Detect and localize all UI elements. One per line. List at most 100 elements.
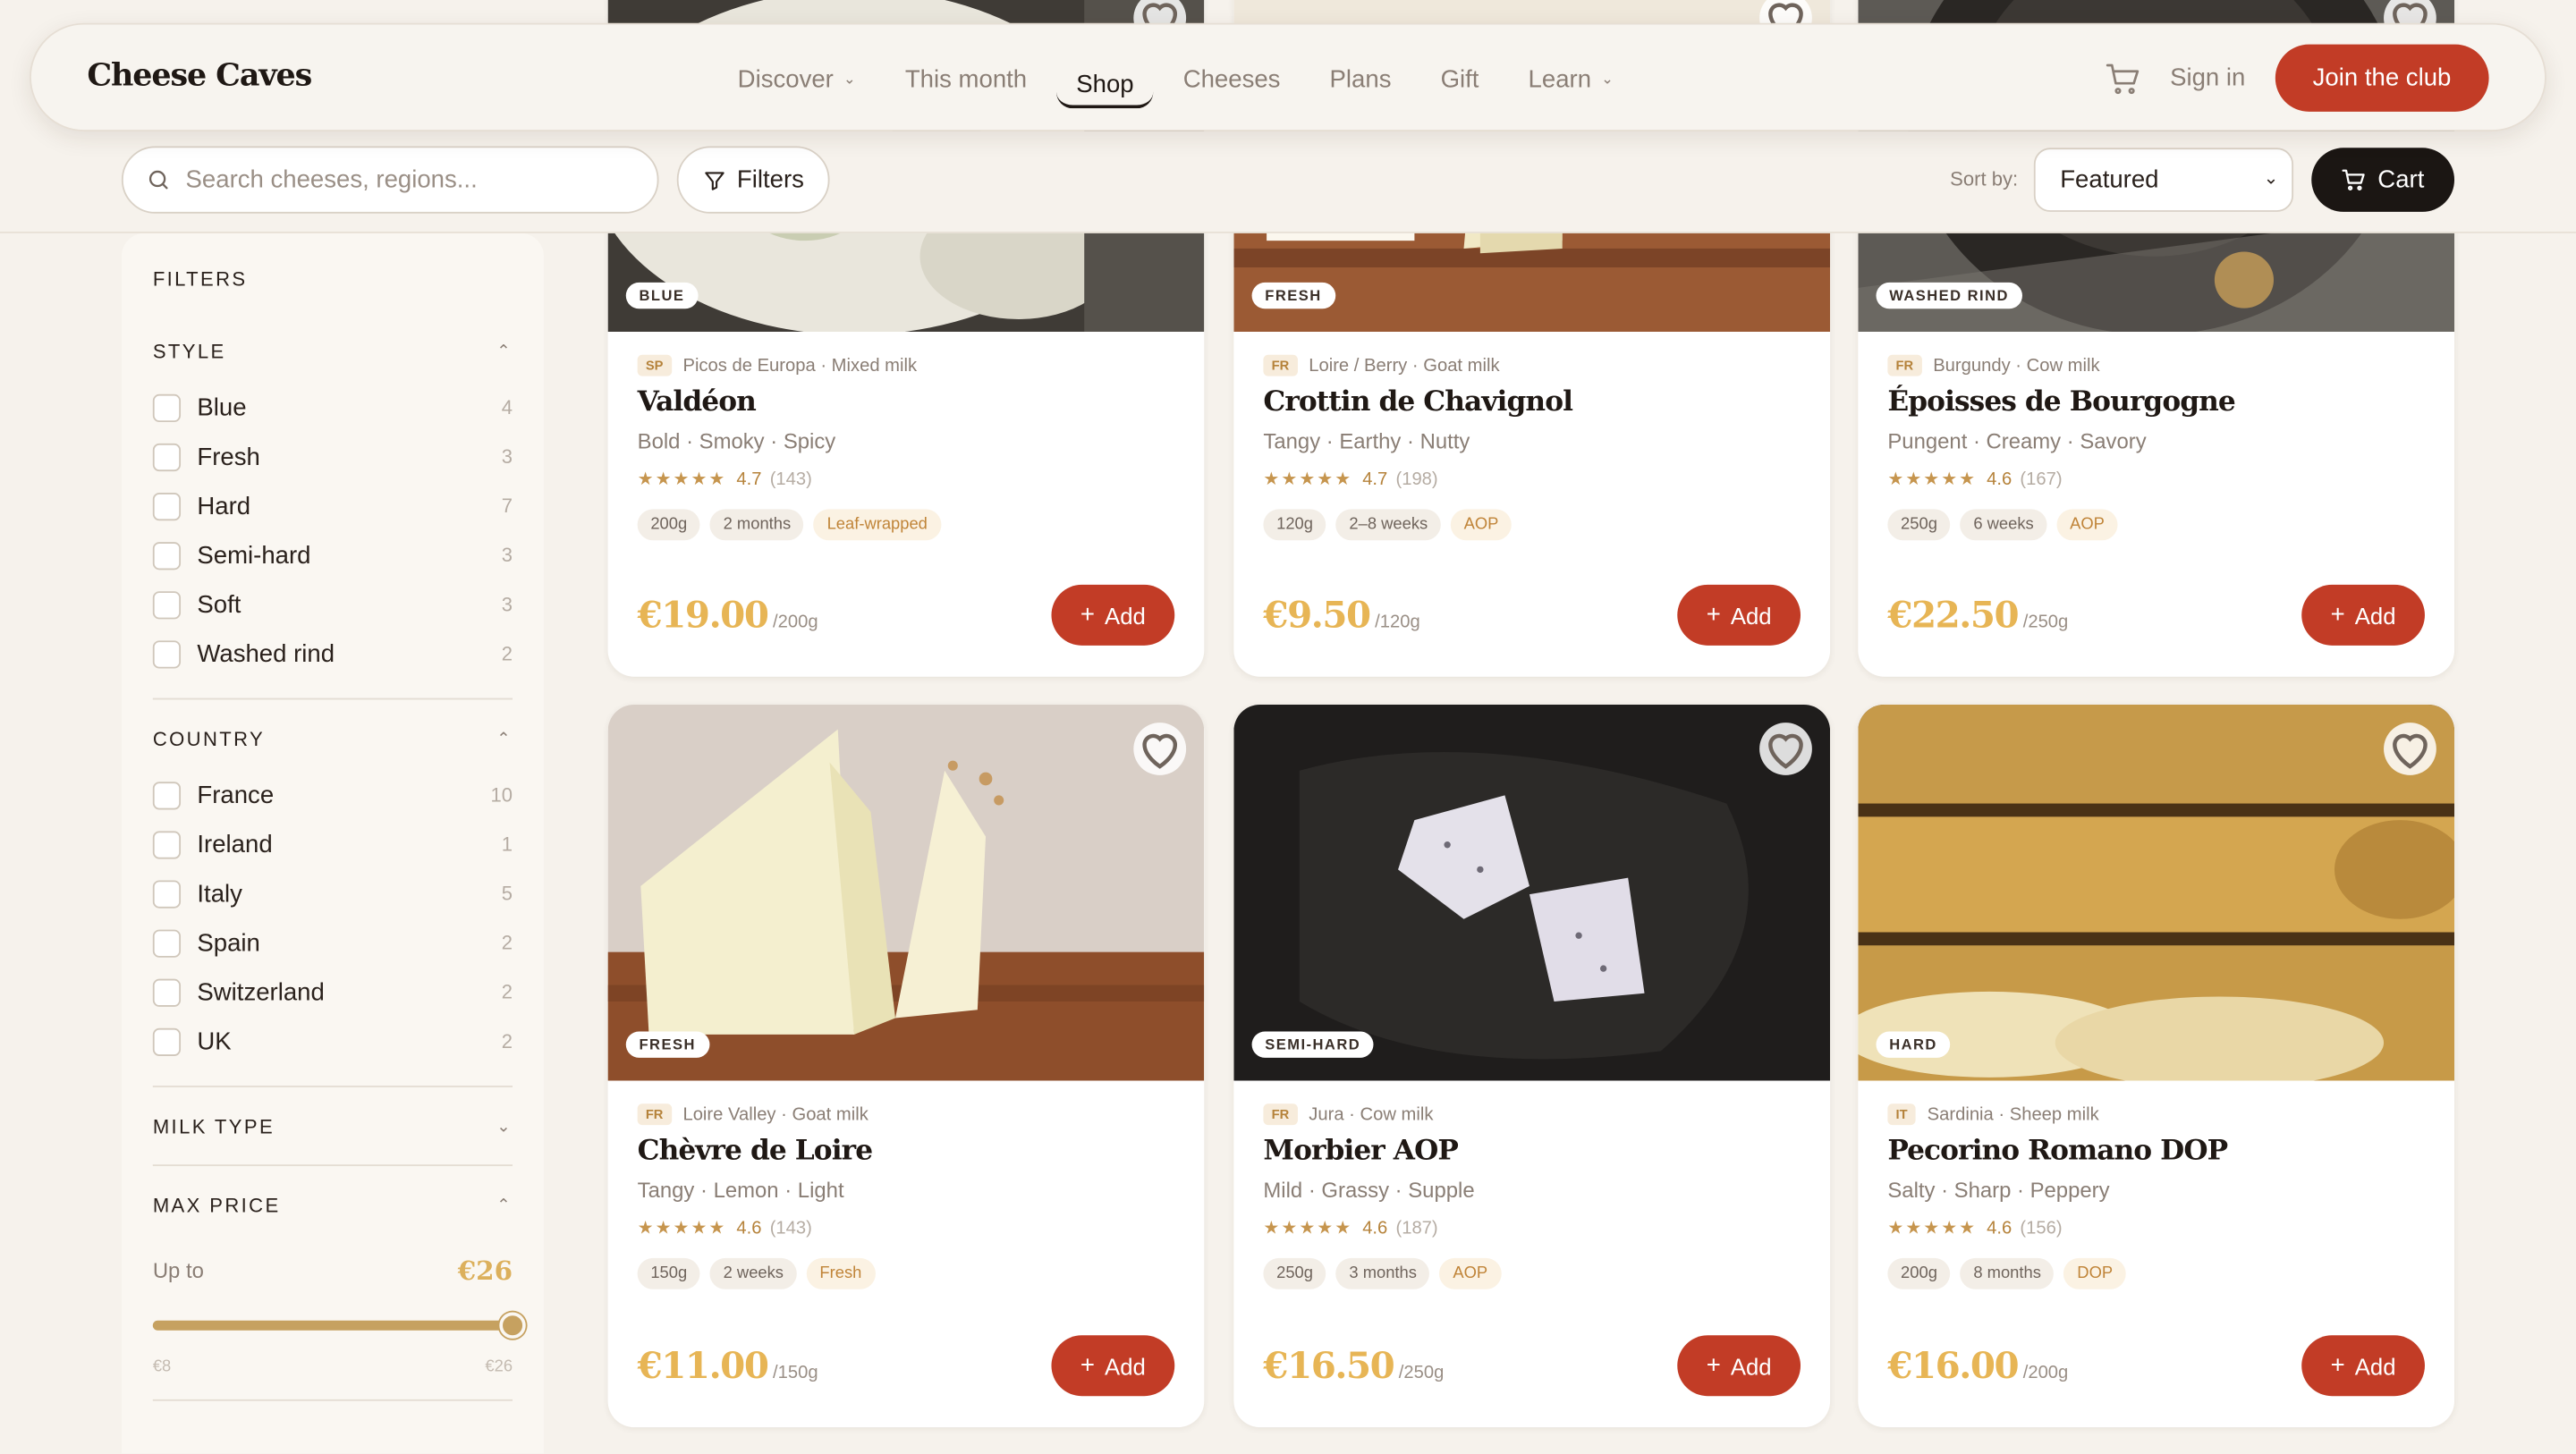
price-unit: /200g <box>772 612 818 632</box>
cart-button-label: Cart <box>2377 165 2425 194</box>
filter-option-fresh[interactable]: Fresh 3 <box>152 432 513 481</box>
checkbox[interactable] <box>152 639 182 668</box>
nav-link-shop[interactable]: Shop <box>1056 60 1154 108</box>
sign-in-link[interactable]: Sign in <box>2170 64 2245 92</box>
add-to-cart-button[interactable]: + Add <box>1051 1335 1175 1397</box>
cart-icon <box>2343 169 2366 190</box>
product-name[interactable]: Pecorino Romano DOP <box>1887 1135 2425 1168</box>
search-input[interactable] <box>185 165 614 194</box>
filter-option-blue[interactable]: Blue 4 <box>152 383 513 432</box>
tag-label: AOP <box>2056 509 2118 541</box>
product-photo[interactable]: HARD <box>1858 704 2455 1081</box>
add-to-cart-button[interactable]: + Add <box>2301 584 2425 646</box>
nav-link-discover[interactable]: Discover ⌄ <box>738 65 856 93</box>
filter-option-hard[interactable]: Hard 7 <box>152 481 513 530</box>
filter-section-max-price[interactable]: MAX PRICE ⌃ <box>153 1189 513 1222</box>
tasting-notes: Tangy · Earthy · Nutty <box>1263 428 1470 453</box>
chevron-down-icon[interactable]: ⌄ <box>496 1118 513 1136</box>
product-card[interactable]: FRESH FR Loire Valley · Goat milk Chèvre de… <box>607 704 1205 1428</box>
checkbox[interactable] <box>152 1027 182 1056</box>
favorite-button[interactable] <box>1759 723 1812 775</box>
product-name[interactable]: Morbier AOP <box>1263 1135 1801 1168</box>
filter-section-style[interactable]: STYLE ⌃ <box>153 335 513 368</box>
filter-option-italy[interactable]: Italy 5 <box>152 869 513 918</box>
nav-link-learn[interactable]: Learn ⌄ <box>1529 65 1614 93</box>
filter-option-count: 10 <box>490 783 513 807</box>
cart-icon[interactable] <box>2105 60 2140 96</box>
max-price-upto-label: Up to <box>152 1257 204 1283</box>
filter-option-uk[interactable]: UK 2 <box>152 1017 513 1066</box>
filter-option-switzerland[interactable]: Switzerland 2 <box>152 968 513 1017</box>
chevron-up-icon[interactable]: ⌃ <box>496 730 513 748</box>
product-photo[interactable]: FRESH <box>607 704 1205 1081</box>
checkbox[interactable] <box>152 442 182 471</box>
filter-option-label: Spain <box>197 928 260 957</box>
star-rating-icon: ★★★★★ <box>1263 1218 1353 1238</box>
checkbox[interactable] <box>152 977 182 1006</box>
checkbox[interactable] <box>152 393 182 422</box>
checkbox[interactable] <box>152 541 182 570</box>
product-name[interactable]: Valdéon <box>638 386 1175 419</box>
filter-option-spain[interactable]: Spain 2 <box>152 918 513 968</box>
product-price: €11.00/150g <box>638 1344 818 1387</box>
filter-option-washed-rind[interactable]: Washed rind 2 <box>152 629 513 678</box>
add-to-cart-button[interactable]: + Add <box>1051 584 1175 646</box>
style-badge: FRESH <box>1251 282 1335 309</box>
chevron-up-icon[interactable]: ⌃ <box>496 1196 513 1214</box>
checkbox[interactable] <box>152 781 182 809</box>
cart-button[interactable]: Cart <box>2311 148 2455 212</box>
favorite-button[interactable] <box>1133 723 1187 775</box>
filter-option-soft[interactable]: Soft 3 <box>152 579 513 629</box>
filter-section-milk-type[interactable]: MILK TYPE ⌄ <box>153 1111 513 1144</box>
tasting-notes: Mild · Grassy · Supple <box>1263 1177 1475 1203</box>
nav-link-plans[interactable]: Plans <box>1330 65 1392 93</box>
nav-link-this-month[interactable]: This month <box>905 65 1027 93</box>
style-badge: SEMI-HARD <box>1251 1031 1374 1058</box>
slider-handle[interactable] <box>499 1312 526 1339</box>
product-name[interactable]: Chèvre de Loire <box>638 1135 1175 1168</box>
product-name[interactable]: Crottin de Chavignol <box>1263 386 1801 419</box>
country-code-badge: FR <box>1887 354 1922 376</box>
max-price-slider[interactable] <box>152 1312 526 1339</box>
filter-option-ireland[interactable]: Ireland 1 <box>152 820 513 869</box>
plus-icon: + <box>2330 601 2345 630</box>
product-card[interactable]: HARD IT Sardinia · Sheep milk Pecorino Roma… <box>1858 704 2455 1428</box>
checkbox[interactable] <box>152 590 182 619</box>
nav-link-cheeses[interactable]: Cheeses <box>1183 65 1281 93</box>
checkbox[interactable] <box>152 492 182 520</box>
filter-section-country[interactable]: COUNTRY ⌃ <box>153 723 513 756</box>
product-price: €16.50/250g <box>1263 1344 1444 1387</box>
filters-button[interactable]: Filters <box>676 146 830 214</box>
add-to-cart-button[interactable]: + Add <box>2301 1335 2425 1397</box>
sort-select[interactable]: Featured ⌄ <box>2033 148 2294 212</box>
nav-link-label: Learn <box>1528 64 1592 93</box>
tag-age: 2 months <box>709 509 804 541</box>
filter-option-semi-hard[interactable]: Semi-hard 3 <box>152 530 513 579</box>
price-row: €9.50/120g + Add <box>1263 584 1801 646</box>
add-button-label: Add <box>1105 602 1146 629</box>
price-row: €11.00/150g + Add <box>638 1335 1175 1397</box>
filter-option-france[interactable]: France 10 <box>152 770 513 819</box>
add-to-cart-button[interactable]: + Add <box>1677 584 1801 646</box>
brand-logo[interactable]: Cheese Caves <box>87 57 312 93</box>
price-amount: €9.50 <box>1263 593 1371 637</box>
filter-option-count: 2 <box>501 642 513 665</box>
favorite-button[interactable] <box>2384 723 2436 775</box>
checkbox[interactable] <box>152 928 182 957</box>
search-box[interactable] <box>121 146 659 214</box>
join-club-button[interactable]: Join the club <box>2275 44 2489 112</box>
review-count: (156) <box>2020 1217 2063 1238</box>
checkbox[interactable] <box>152 830 182 858</box>
add-to-cart-button[interactable]: + Add <box>1677 1335 1801 1397</box>
product-card[interactable]: SEMI-HARD FR Jura · Cow milk Morbier AOP Mil… <box>1233 704 1831 1428</box>
product-name[interactable]: Époisses de Bourgogne <box>1887 386 2425 419</box>
nav-link-gift[interactable]: Gift <box>1441 65 1479 93</box>
product-photo[interactable]: SEMI-HARD <box>1233 704 1831 1081</box>
product-origin: FR Loire / Berry · Goat milk <box>1263 354 1801 376</box>
checkbox[interactable] <box>152 879 182 908</box>
chevron-up-icon[interactable]: ⌃ <box>496 342 513 360</box>
country-code-badge: SP <box>637 354 672 376</box>
product-rating: ★★★★★ 4.7 (198) <box>1263 468 1801 489</box>
filters-title: FILTERS <box>152 267 248 292</box>
filter-option-count: 3 <box>501 593 513 616</box>
